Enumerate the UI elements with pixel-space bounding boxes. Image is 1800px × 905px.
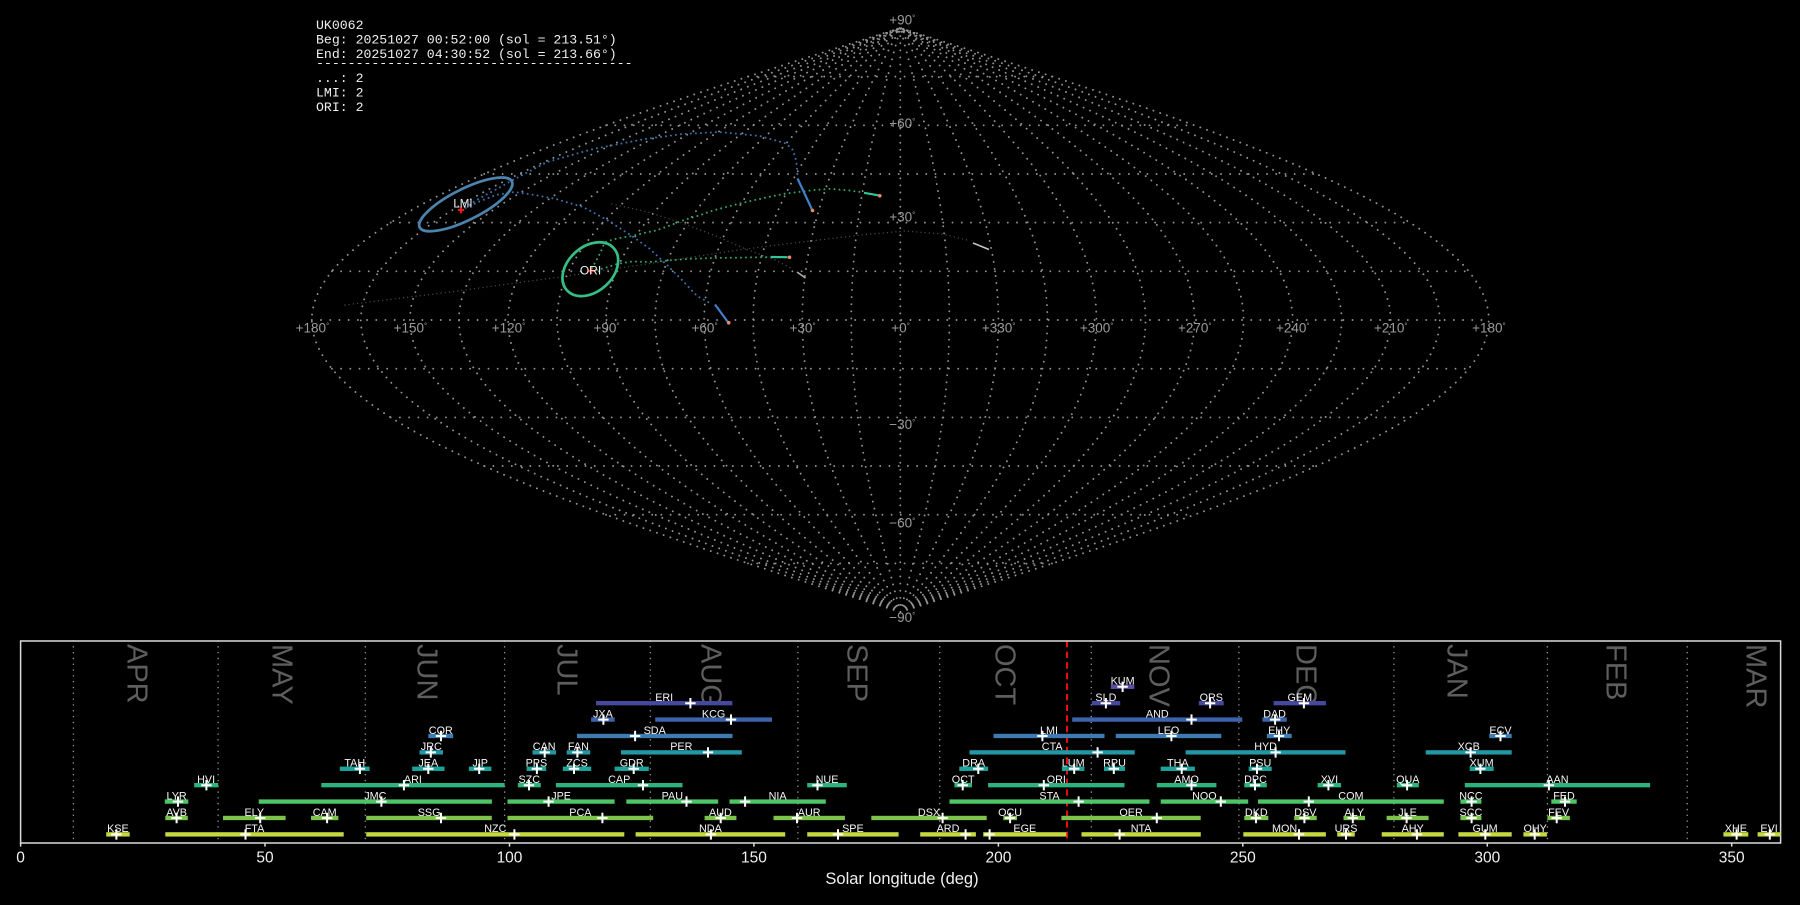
svg-text:OCT: OCT <box>989 644 1021 706</box>
svg-text:JUL: JUL <box>551 644 583 696</box>
svg-text:+90°: +90° <box>593 321 619 336</box>
svg-text:JPE: JPE <box>551 790 571 802</box>
svg-text:+180°: +180° <box>1472 321 1506 336</box>
svg-text:0: 0 <box>16 850 25 867</box>
svg-text:+30°: +30° <box>889 210 915 225</box>
svg-text:NOV: NOV <box>1143 644 1175 708</box>
svg-text:+30°: +30° <box>790 321 816 336</box>
svg-text:200: 200 <box>985 850 1011 867</box>
svg-text:NZC: NZC <box>484 823 506 835</box>
svg-text:+300°: +300° <box>1080 321 1114 336</box>
svg-text:PAU: PAU <box>662 790 683 802</box>
svg-text:APR: APR <box>121 644 153 704</box>
svg-text:MAR: MAR <box>1740 644 1772 708</box>
svg-text:NOO: NOO <box>1192 790 1217 802</box>
svg-text:ORI: ORI <box>1047 774 1066 786</box>
svg-text:+90°: +90° <box>889 13 915 28</box>
svg-text:STA: STA <box>1039 790 1060 802</box>
svg-text:150: 150 <box>741 850 767 867</box>
svg-text:AUG: AUG <box>695 644 727 707</box>
svg-text:UK0062: UK0062 <box>316 18 363 33</box>
svg-text:JUN: JUN <box>411 644 443 700</box>
svg-text:Beg: 20251027 00:52:00 (sol =: Beg: 20251027 00:52:00 (sol = 213.51°) <box>316 33 617 48</box>
svg-text:300: 300 <box>1474 850 1500 867</box>
svg-text:PER: PER <box>670 741 692 753</box>
svg-text:ORI: 2: ORI: 2 <box>316 100 363 115</box>
svg-text:+60°: +60° <box>889 116 915 131</box>
svg-text:+150°: +150° <box>394 321 428 336</box>
svg-text:+210°: +210° <box>1374 321 1408 336</box>
svg-text:Solar longitude (deg): Solar longitude (deg) <box>825 870 978 888</box>
svg-text:+270°: +270° <box>1178 321 1212 336</box>
svg-text:100: 100 <box>497 850 523 867</box>
svg-text:50: 50 <box>256 850 274 867</box>
svg-text:ORI: ORI <box>580 264 601 278</box>
svg-text:OER: OER <box>1119 807 1143 819</box>
svg-text:EGE: EGE <box>1013 823 1036 835</box>
svg-text:350: 350 <box>1719 850 1745 867</box>
svg-text:NTA: NTA <box>1131 823 1153 835</box>
svg-text:FEB: FEB <box>1600 644 1632 700</box>
svg-text:ERI: ERI <box>655 692 673 704</box>
svg-text:AND: AND <box>1146 708 1169 720</box>
svg-text:NIA: NIA <box>769 790 788 802</box>
svg-text:COM: COM <box>1338 790 1363 802</box>
svg-text:SDA: SDA <box>644 725 667 737</box>
svg-text:SPE: SPE <box>842 823 864 835</box>
svg-text:------------------------------: ---------------------------------------- <box>316 56 633 71</box>
svg-text:−90°: −90° <box>889 610 915 625</box>
svg-text:250: 250 <box>1230 850 1256 867</box>
svg-text:+60°: +60° <box>692 321 718 336</box>
svg-text:CTA: CTA <box>1042 741 1064 753</box>
svg-text:KCG: KCG <box>702 708 725 720</box>
svg-text:SEP: SEP <box>841 644 873 702</box>
svg-text:+240°: +240° <box>1276 321 1310 336</box>
svg-text:DSX: DSX <box>918 807 940 819</box>
svg-text:LMI: LMI <box>453 199 472 211</box>
svg-text:...: 2: ...: 2 <box>316 71 363 86</box>
svg-text:MAY: MAY <box>266 644 298 705</box>
svg-text:+330°: +330° <box>982 321 1016 336</box>
svg-text:−60°: −60° <box>889 516 915 531</box>
svg-text:JAN: JAN <box>1441 644 1473 699</box>
svg-text:PCA: PCA <box>569 807 592 819</box>
svg-text:MON: MON <box>1272 823 1297 835</box>
svg-text:−30°: −30° <box>889 417 915 432</box>
svg-text:LMI: 2: LMI: 2 <box>316 86 363 101</box>
svg-text:ARD: ARD <box>937 823 960 835</box>
svg-text:+180°: +180° <box>296 321 330 336</box>
svg-text:CAP: CAP <box>608 774 630 786</box>
svg-text:+120°: +120° <box>492 321 526 336</box>
